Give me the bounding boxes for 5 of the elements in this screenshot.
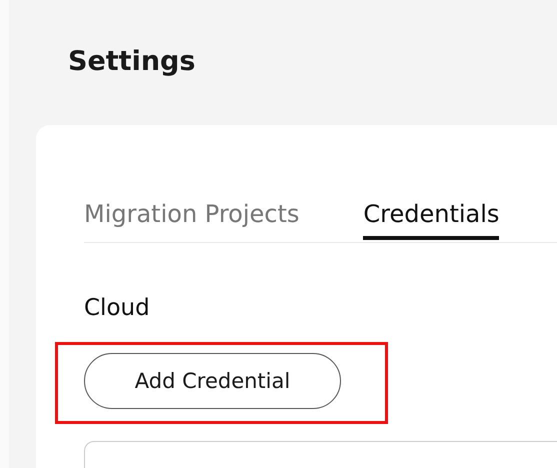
tab[interactable]: Credentials <box>363 192 500 240</box>
page-title: Settings <box>68 45 196 79</box>
section-title: Cloud <box>84 295 151 321</box>
tab[interactable]: Migration Projects <box>84 192 300 240</box>
add-credential-button[interactable]: Add Credential <box>84 353 341 409</box>
